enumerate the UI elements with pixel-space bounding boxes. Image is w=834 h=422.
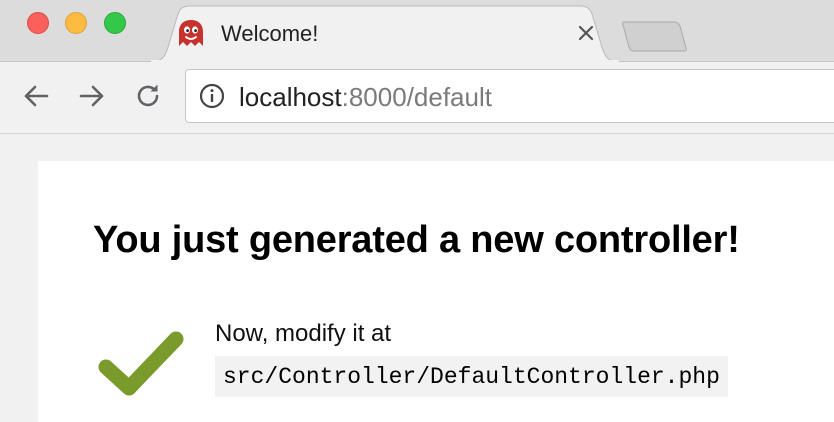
instruction-text: Now, modify it at [215, 320, 392, 347]
new-tab-button[interactable] [622, 20, 688, 52]
page-heading: You just generated a new controller! [93, 219, 740, 261]
url-text: localhost:8000/default [239, 83, 492, 111]
address-bar[interactable]: localhost:8000/default [185, 69, 834, 123]
url-host: localhost [239, 82, 342, 112]
forward-arrow-icon[interactable] [76, 80, 108, 112]
window-zoom-button[interactable] [104, 12, 126, 34]
url-port-path: :8000/default [341, 82, 492, 112]
window-close-button[interactable] [27, 12, 49, 34]
window-minimize-button[interactable] [65, 12, 87, 34]
active-tab[interactable]: Welcome! [150, 4, 620, 62]
checkmark-icon [98, 331, 184, 396]
ghost-icon [179, 20, 203, 46]
tab-title: Welcome! [221, 21, 319, 46]
back-arrow-icon[interactable] [20, 80, 52, 112]
tab-strip: Welcome! [0, 0, 834, 62]
page-viewport: You just generated a new controller! Now… [0, 134, 834, 422]
browser-toolbar: localhost:8000/default [0, 62, 834, 134]
file-path: src/Controller/DefaultController.php [215, 356, 728, 397]
reload-icon[interactable] [132, 80, 164, 112]
welcome-card: You just generated a new controller! Now… [38, 161, 834, 422]
info-icon[interactable] [199, 83, 225, 109]
close-icon[interactable] [575, 22, 597, 44]
